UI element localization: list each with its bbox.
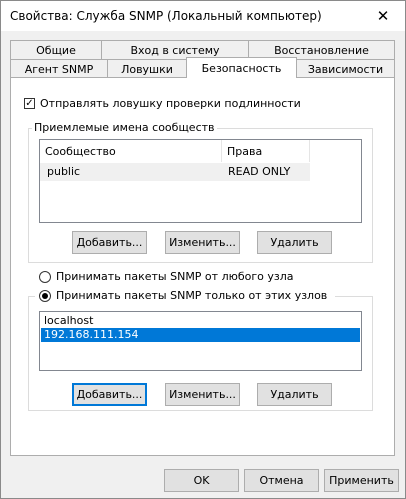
remove-community-button[interactable]: Удалить (257, 231, 332, 254)
tab-dependencies[interactable]: Зависимости (296, 59, 395, 78)
accept-any-host-radio[interactable] (39, 271, 51, 283)
radio-selected-dot (42, 293, 48, 299)
tab-general[interactable]: Общие (10, 40, 102, 59)
hosts-list[interactable]: localhost 192.168.111.154 (39, 311, 362, 371)
accept-only-hosts-radio[interactable] (39, 290, 51, 302)
accept-only-hosts-label: Принимать пакеты SNMP только от этих узл… (56, 289, 328, 302)
tab-snmp-agent[interactable]: Агент SNMP (10, 59, 108, 78)
security-panel: ✓ Отправлять ловушку проверки подлинност… (10, 77, 395, 456)
tab-security[interactable]: Безопасность (186, 57, 297, 78)
edit-host-button[interactable]: Изменить... (165, 383, 240, 406)
add-community-button[interactable]: Добавить... (72, 231, 147, 254)
list-item[interactable]: localhost (41, 314, 360, 328)
close-icon[interactable]: ✕ (361, 1, 405, 31)
edit-community-button[interactable]: Изменить... (165, 231, 240, 254)
community-name: public (47, 165, 81, 178)
title-bar: Свойства: Служба SNMP (Локальный компьют… (1, 1, 405, 31)
accept-any-host-label: Принимать пакеты SNMP от любого узла (56, 270, 294, 283)
list-item-selected[interactable]: 192.168.111.154 (41, 328, 360, 342)
tab-traps[interactable]: Ловушки (107, 59, 187, 78)
ok-button[interactable]: OK (164, 469, 239, 492)
send-auth-trap-label: Отправлять ловушку проверки подлинности (40, 97, 301, 110)
properties-dialog: Свойства: Служба SNMP (Локальный компьют… (0, 0, 406, 499)
apply-button[interactable]: Применить (324, 469, 399, 492)
communities-list[interactable]: Сообщество Права public READ ONLY (39, 139, 362, 223)
column-community[interactable]: Сообщество (40, 140, 222, 162)
add-host-button[interactable]: Добавить... (72, 383, 147, 406)
window-title: Свойства: Служба SNMP (Локальный компьют… (10, 9, 322, 23)
communities-legend: Приемлемые имена сообществ (32, 121, 217, 134)
column-rights[interactable]: Права (222, 140, 310, 162)
cancel-button[interactable]: Отмена (244, 469, 319, 492)
send-auth-trap-checkbox[interactable]: ✓ (24, 98, 35, 109)
remove-host-button[interactable]: Удалить (257, 383, 332, 406)
communities-group: Приемлемые имена сообществ Сообщество Пр… (28, 121, 373, 263)
community-rights: READ ONLY (228, 165, 291, 178)
hosts-group: localhost 192.168.111.154 Добавить... Из… (28, 296, 373, 411)
